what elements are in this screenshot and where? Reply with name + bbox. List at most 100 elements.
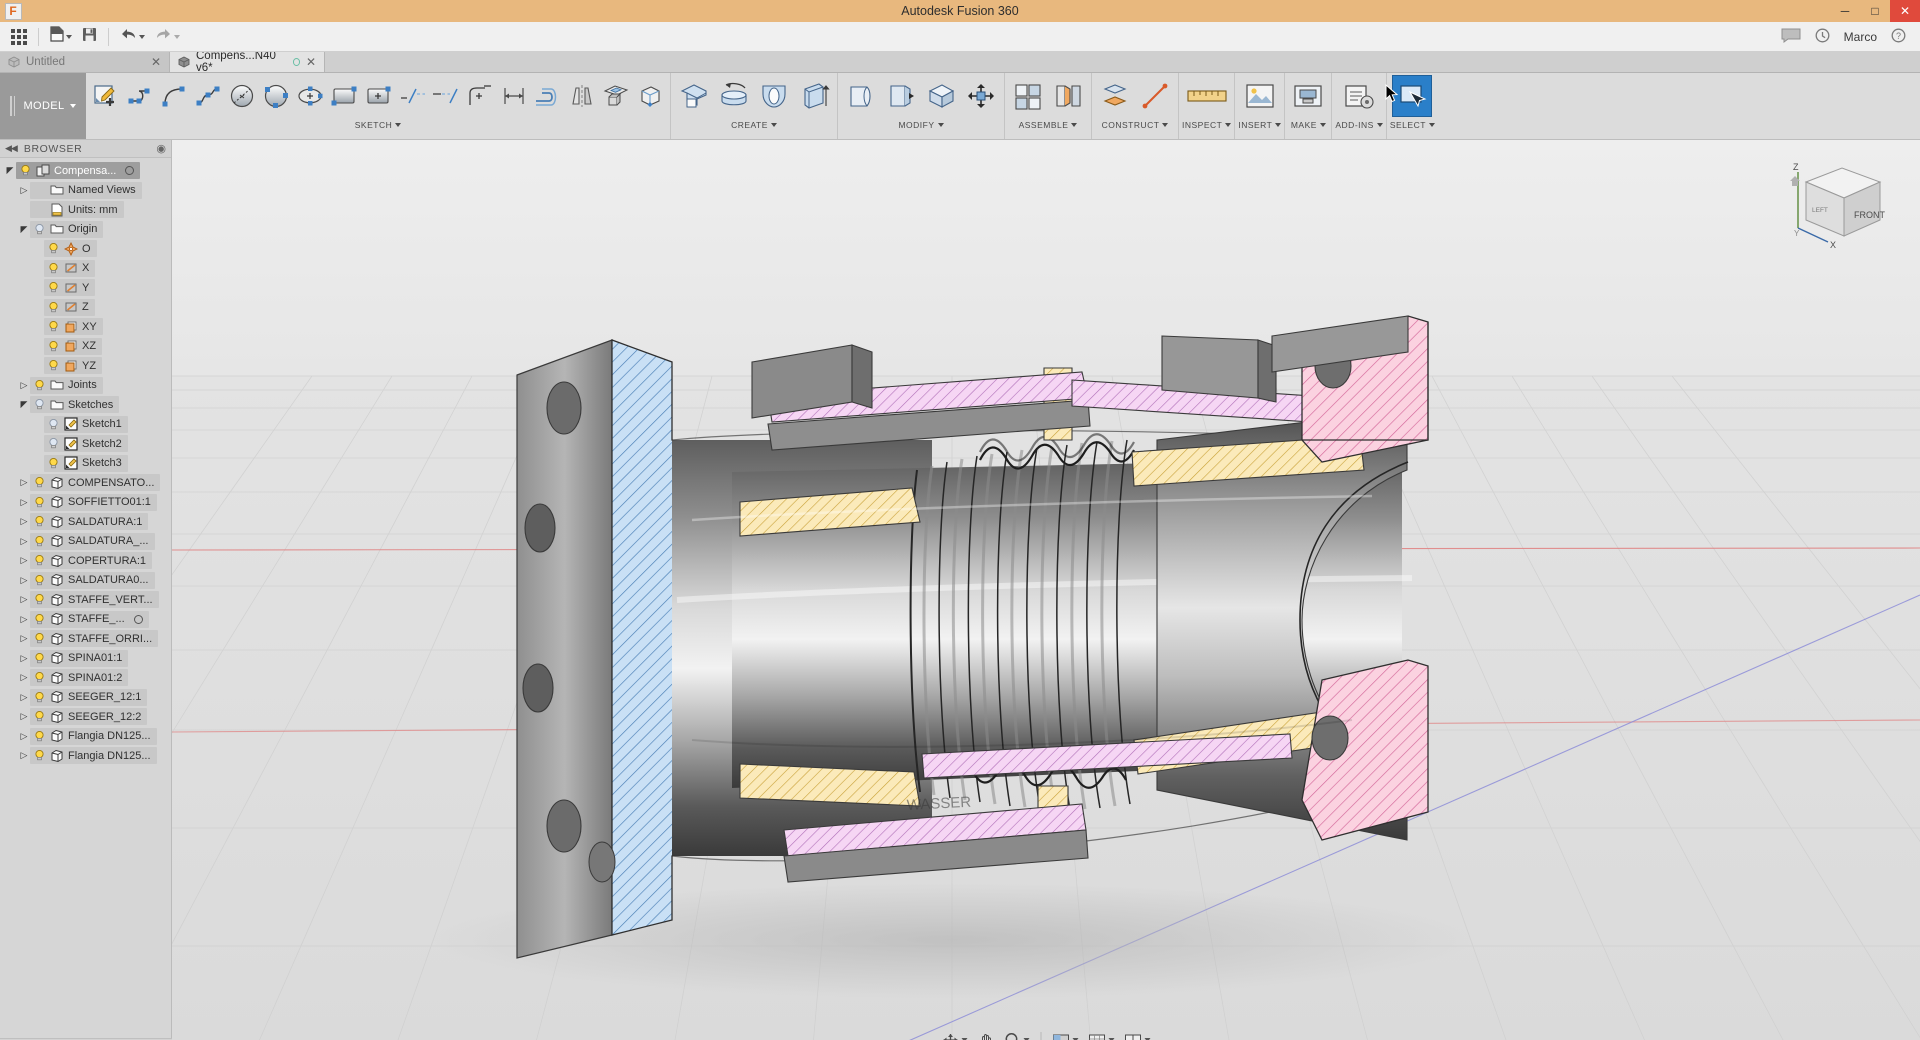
tool-press-pull[interactable] <box>841 75 881 117</box>
browser-node[interactable]: ▷ SEEGER_12:1 <box>0 688 171 708</box>
save-button[interactable] <box>77 24 102 50</box>
expand-arrow-icon[interactable]: ▷ <box>18 516 30 527</box>
browser-node[interactable]: ▷ Named Views <box>0 181 171 201</box>
document-tab-compensatore[interactable]: Compens...N40 v6* ✕ <box>170 50 325 74</box>
tool-extrude[interactable] <box>674 75 714 117</box>
tool-ellipse[interactable] <box>293 75 327 117</box>
visibility-bulb-icon[interactable] <box>19 164 32 177</box>
expand-arrow-icon[interactable]: ▷ <box>18 594 30 605</box>
tool-circle-tangent[interactable] <box>259 75 293 117</box>
close-icon[interactable]: ✕ <box>151 55 161 69</box>
tool-joint[interactable] <box>1048 75 1088 117</box>
browser-node[interactable]: Y <box>0 278 171 298</box>
expand-arrow-icon[interactable]: ▷ <box>18 497 30 508</box>
expand-arrow-icon[interactable]: ▷ <box>18 575 30 586</box>
user-name[interactable]: Marco <box>1844 30 1877 44</box>
browser-node[interactable]: Sketch3 <box>0 454 171 474</box>
tool-extend[interactable] <box>429 75 463 117</box>
tool-sketch-3d[interactable] <box>633 75 667 117</box>
grid-snap-button[interactable] <box>1085 1029 1119 1040</box>
browser-node[interactable]: ▷ STAFFE_VERT... <box>0 590 171 610</box>
expand-arrow-icon[interactable]: ▷ <box>18 672 30 683</box>
tool-rectangle[interactable] <box>327 75 361 117</box>
visibility-bulb-icon[interactable] <box>33 593 46 606</box>
cube-face-left[interactable]: LEFT <box>1812 207 1828 214</box>
tool-measure[interactable] <box>1187 75 1227 117</box>
browser-node[interactable]: X <box>0 259 171 279</box>
tool-create-sketch[interactable] <box>89 75 123 117</box>
expand-arrow-icon[interactable]: ▷ <box>18 692 30 703</box>
visibility-bulb-icon[interactable] <box>33 632 46 645</box>
browser-node[interactable]: Units: mm <box>0 200 171 220</box>
expand-arrow-icon[interactable]: ▷ <box>18 653 30 664</box>
orbit-button[interactable] <box>938 1029 972 1040</box>
tool-spline[interactable] <box>191 75 225 117</box>
visibility-bulb-icon[interactable] <box>33 671 46 684</box>
expand-arrow-icon[interactable]: ▷ <box>18 633 30 644</box>
ribbon-panel-label-addins[interactable]: ADD-INS <box>1335 120 1383 130</box>
browser-node[interactable]: XZ <box>0 337 171 357</box>
cube-face-front[interactable]: FRONT <box>1854 210 1885 220</box>
new-file-button[interactable] <box>45 24 77 50</box>
workspace-selector[interactable]: MODEL <box>0 73 86 139</box>
tool-offset[interactable] <box>531 75 565 117</box>
expand-arrow-icon[interactable]: ▷ <box>18 614 30 625</box>
tool-sweep[interactable] <box>754 75 794 117</box>
visibility-bulb-icon[interactable] <box>47 242 60 255</box>
browser-node[interactable]: YZ <box>0 356 171 376</box>
tool-loft[interactable] <box>794 75 834 117</box>
expand-arrow-icon[interactable]: ▷ <box>18 536 30 547</box>
visibility-bulb-icon[interactable] <box>33 652 46 665</box>
expand-arrow-icon[interactable]: ▷ <box>18 185 30 196</box>
browser-node[interactable]: ▷ SALDATURA_... <box>0 532 171 552</box>
tool-fillet[interactable] <box>881 75 921 117</box>
visibility-indicator-icon[interactable] <box>133 614 143 624</box>
undo-button[interactable] <box>115 24 150 50</box>
visibility-bulb-icon[interactable] <box>47 320 60 333</box>
visibility-bulb-icon[interactable] <box>47 418 60 431</box>
tool-offset-plane[interactable] <box>1095 75 1135 117</box>
visibility-bulb-icon[interactable] <box>33 710 46 723</box>
expand-arrow-icon[interactable]: ▷ <box>18 380 30 391</box>
comment-balloon-icon[interactable] <box>1781 28 1801 46</box>
browser-node[interactable]: ◤ Sketches <box>0 395 171 415</box>
tool-select[interactable] <box>1392 75 1433 117</box>
visibility-bulb-icon[interactable] <box>33 574 46 587</box>
visibility-bulb-icon[interactable] <box>33 398 46 411</box>
visibility-bulb-icon[interactable] <box>33 379 46 392</box>
browser-node[interactable]: O <box>0 239 171 259</box>
visibility-bulb-icon[interactable] <box>33 730 46 743</box>
visibility-bulb-icon[interactable] <box>33 535 46 548</box>
tool-line[interactable] <box>123 75 157 117</box>
browser-node[interactable]: ▷ SOFFIETTO01:1 <box>0 493 171 513</box>
browser-node[interactable]: ▷ SPINA01:2 <box>0 668 171 688</box>
browser-node[interactable]: ▷ SEEGER_12:2 <box>0 707 171 727</box>
tool-move-copy[interactable] <box>961 75 1001 117</box>
visibility-bulb-icon[interactable] <box>33 476 46 489</box>
expand-arrow-icon[interactable]: ▷ <box>18 555 30 566</box>
browser-node[interactable]: ▷ SPINA01:1 <box>0 649 171 669</box>
collapse-arrow-icon[interactable]: ◤ <box>18 399 30 410</box>
tool-shell[interactable] <box>921 75 961 117</box>
tool-project[interactable] <box>599 75 633 117</box>
tool-sketch-dimension[interactable] <box>497 75 531 117</box>
browser-node[interactable]: ▷ SALDATURA:1 <box>0 512 171 532</box>
tool-mirror[interactable] <box>565 75 599 117</box>
visibility-bulb-icon[interactable] <box>33 749 46 762</box>
ribbon-panel-label-select[interactable]: SELECT <box>1390 120 1435 130</box>
expand-arrow-icon[interactable]: ▷ <box>18 711 30 722</box>
tool-3d-print[interactable] <box>1288 75 1328 117</box>
browser-node[interactable]: ▷ STAFFE_... <box>0 610 171 630</box>
help-icon[interactable]: ? <box>1891 28 1906 46</box>
ribbon-panel-label-construct[interactable]: CONSTRUCT <box>1102 120 1169 130</box>
app-grid-button[interactable] <box>6 24 32 50</box>
browser-node[interactable]: ▷ SALDATURA0... <box>0 571 171 591</box>
browser-node[interactable]: ▷ Flangia DN125... <box>0 727 171 747</box>
tool-arc[interactable] <box>157 75 191 117</box>
viewport-canvas[interactable]: WASSER Z Y X FRONT LEFT <box>172 140 1920 1040</box>
tool-insert-mcmaster[interactable] <box>1240 75 1280 117</box>
visibility-bulb-icon[interactable] <box>33 496 46 509</box>
viewports-button[interactable] <box>1121 1029 1155 1040</box>
expand-arrow-icon[interactable]: ▷ <box>18 477 30 488</box>
visibility-bulb-icon[interactable] <box>33 515 46 528</box>
